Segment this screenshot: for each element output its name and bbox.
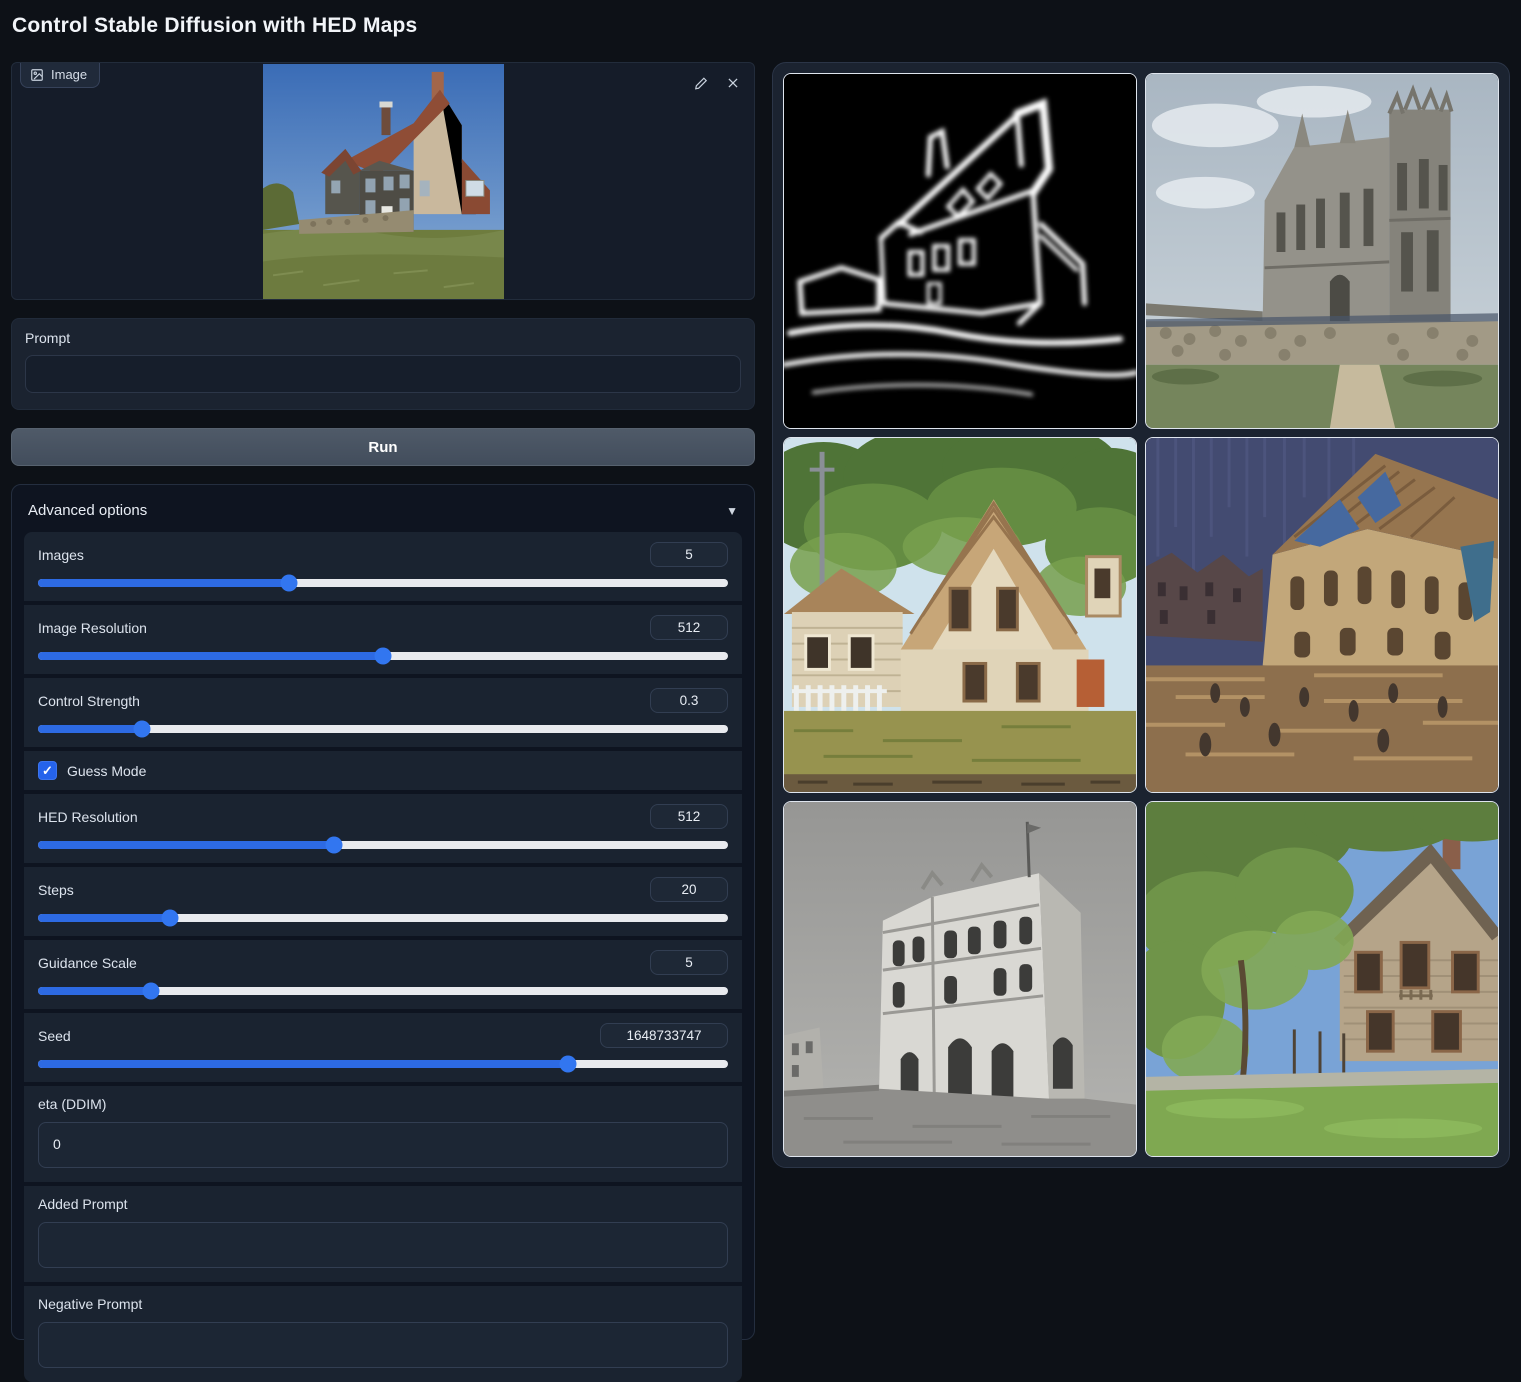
slider-label: Image Resolution [38,620,147,636]
eta-label: eta (DDIM) [38,1096,728,1112]
slider-thumb[interactable] [162,910,179,927]
prompt-block: Prompt [11,318,755,410]
slider-image-resolution: Image Resolution 512 [24,605,742,674]
gallery-item-stone-house[interactable] [1145,801,1499,1157]
guess-mode-checkbox[interactable]: ✓ Guess Mode [24,751,742,790]
clear-button[interactable] [720,71,746,95]
slider-label: Guidance Scale [38,955,137,971]
negative-prompt-field: Negative Prompt [24,1286,742,1382]
slider-value-input[interactable]: 512 [650,804,728,829]
slider-guidance-scale: Guidance Scale 5 [24,940,742,1009]
checkbox-label: Guess Mode [67,763,146,779]
image-label-chip: Image [20,63,100,88]
gallery-item-bw-building[interactable] [783,801,1137,1157]
eta-field: eta (DDIM) 0 [24,1086,742,1182]
negative-prompt-input[interactable] [38,1322,728,1368]
slider-track[interactable] [38,841,728,849]
slider-thumb[interactable] [375,648,392,665]
added-prompt-input[interactable] [38,1222,728,1268]
upload-image-block[interactable]: Image [11,62,755,300]
uploaded-image[interactable] [263,64,504,299]
added-prompt-label: Added Prompt [38,1196,728,1212]
slider-value-input[interactable]: 5 [650,542,728,567]
slider-value-input[interactable]: 5 [650,950,728,975]
slider-label: Steps [38,882,74,898]
slider-track[interactable] [38,1060,728,1068]
slider-steps: Steps 20 [24,867,742,936]
slider-track[interactable] [38,914,728,922]
advanced-options-accordion: Advanced options ▼ Images 5 Image Resolu… [11,484,755,1340]
close-icon [726,76,740,90]
slider-label: Seed [38,1028,71,1044]
accordion-title: Advanced options [28,502,147,519]
gallery-item-impressionist[interactable] [1145,437,1499,793]
slider-thumb[interactable] [559,1056,576,1073]
slider-track[interactable] [38,652,728,660]
checkbox-icon[interactable]: ✓ [38,761,57,780]
eta-input[interactable]: 0 [38,1122,728,1168]
slider-value-input[interactable]: 512 [650,615,728,640]
accordion-header[interactable]: Advanced options ▼ [24,497,742,532]
pencil-icon [694,76,708,91]
image-icon [30,68,44,82]
slider-label: HED Resolution [38,809,138,825]
slider-label: Control Strength [38,693,140,709]
slider-track[interactable] [38,725,728,733]
slider-value-input[interactable]: 20 [650,877,728,902]
slider-thumb[interactable] [326,837,343,854]
slider-images: Images 5 [24,532,742,601]
slider-value-input[interactable]: 1648733747 [600,1023,728,1048]
slider-hed-resolution: HED Resolution 512 [24,794,742,863]
chevron-down-icon: ▼ [726,504,738,518]
slider-label: Images [38,547,84,563]
gallery-item-hed-map[interactable] [783,73,1137,429]
slider-seed: Seed 1648733747 [24,1013,742,1082]
slider-thumb[interactable] [133,721,150,738]
slider-track[interactable] [38,987,728,995]
added-prompt-field: Added Prompt [24,1186,742,1282]
run-button[interactable]: Run [11,428,755,466]
gallery-item-cathedral[interactable] [1145,73,1499,429]
slider-thumb[interactable] [281,575,298,592]
slider-track[interactable] [38,579,728,587]
prompt-input[interactable] [25,355,741,393]
edit-button[interactable] [688,71,714,95]
slider-thumb[interactable] [143,983,160,1000]
negative-prompt-label: Negative Prompt [38,1296,728,1312]
prompt-label: Prompt [25,330,741,346]
slider-value-input[interactable]: 0.3 [650,688,728,713]
gallery-item-wooden-cottage[interactable] [783,437,1137,793]
page-title: Control Stable Diffusion with HED Maps [12,14,417,38]
slider-control-strength: Control Strength 0.3 [24,678,742,747]
result-gallery [772,62,1510,1168]
